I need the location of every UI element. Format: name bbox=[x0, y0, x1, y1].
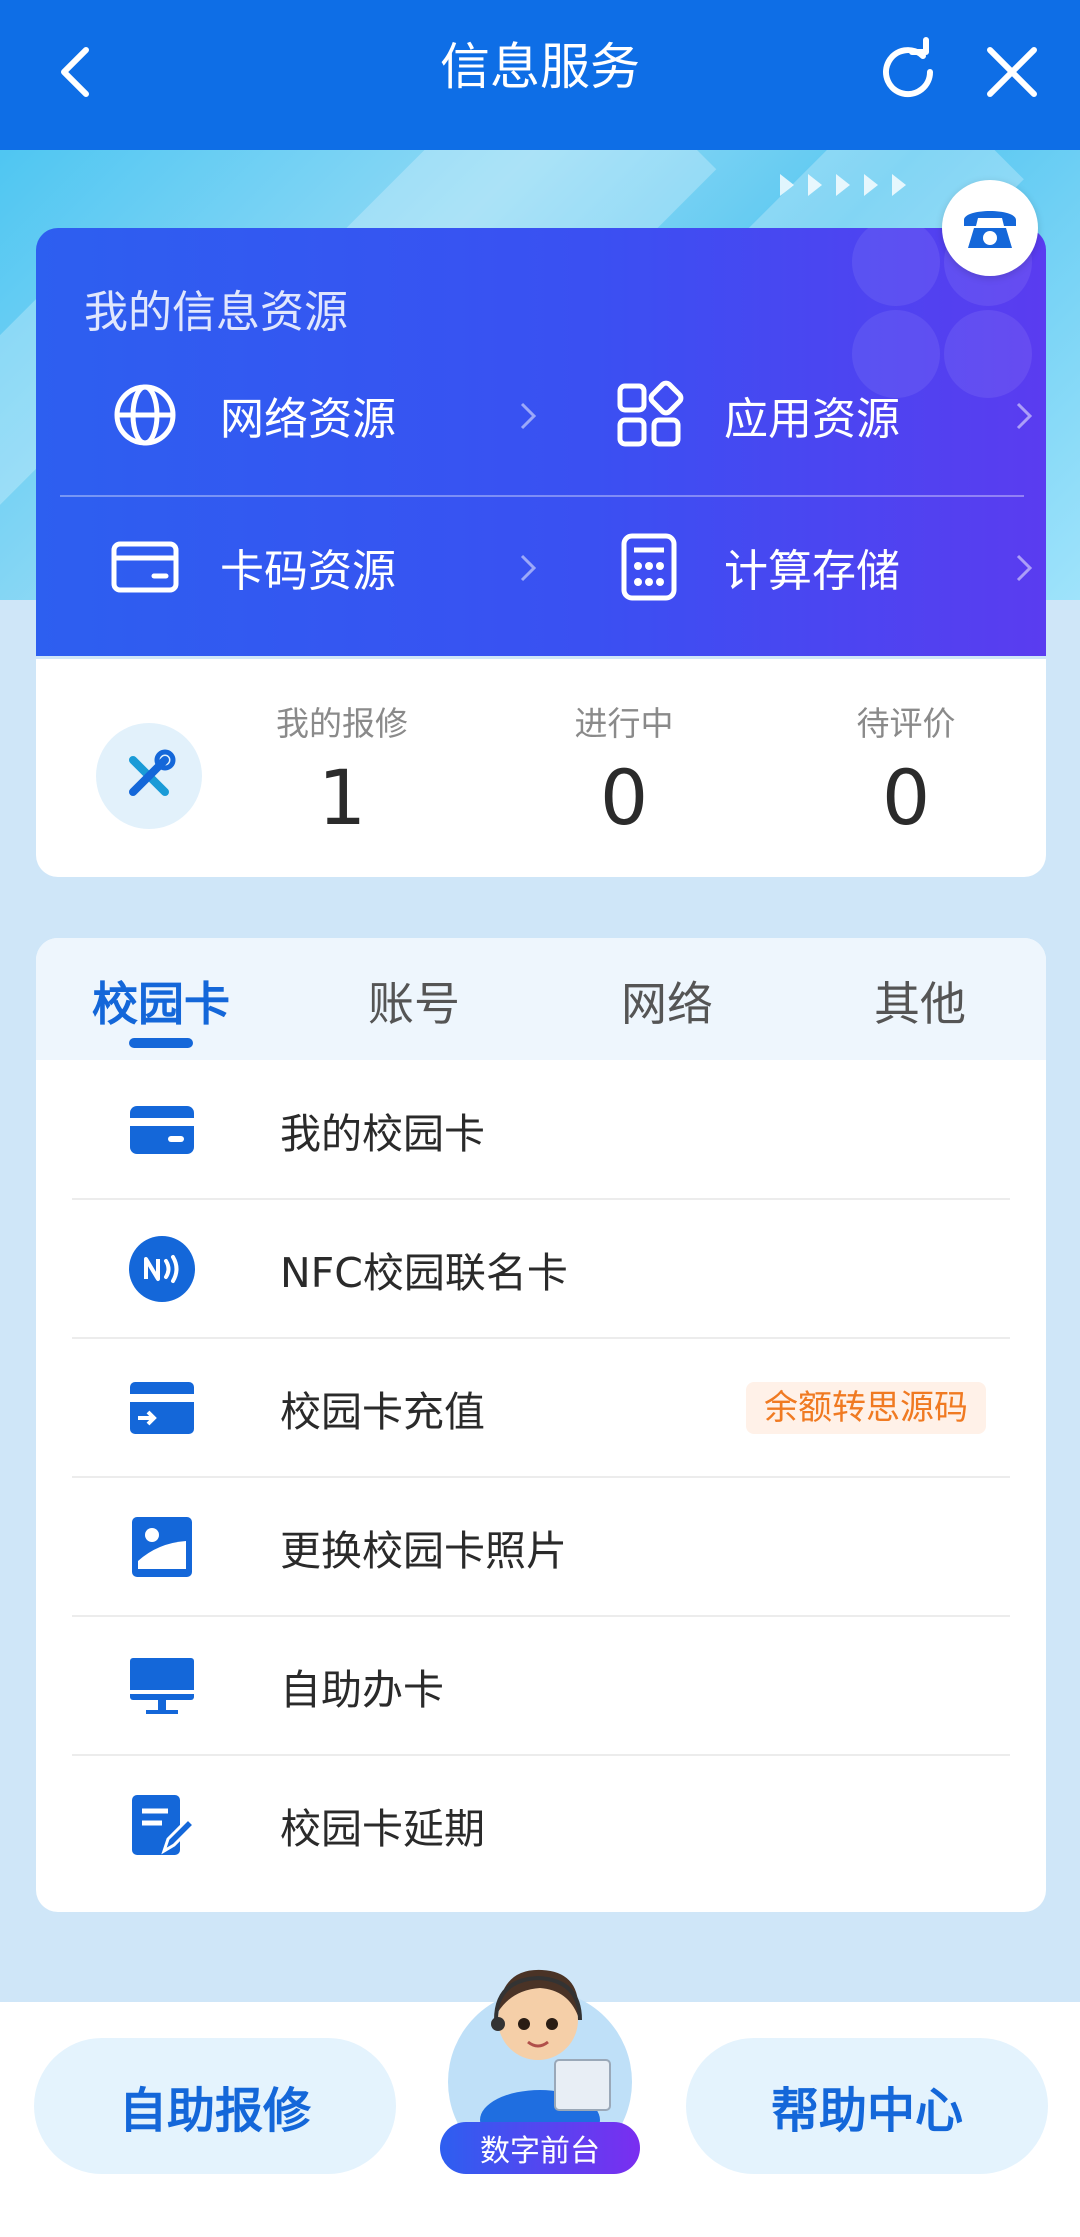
resource-compute-storage[interactable]: 计算存储 bbox=[614, 522, 1034, 612]
stat-in-progress[interactable]: 进行中 0 bbox=[514, 697, 734, 843]
stat-label: 待评价 bbox=[856, 704, 956, 743]
chevron-right-icon bbox=[520, 554, 537, 582]
resources-card: 我的信息资源 网络资源 应用资源 卡码资源 计算存储 bbox=[36, 228, 1046, 656]
tools-icon bbox=[129, 749, 176, 796]
list-item-card-recharge[interactable]: 校园卡充值 余额转思源码 bbox=[72, 1338, 1010, 1478]
globe-icon bbox=[114, 384, 176, 446]
tab-campus-card[interactable]: 校园卡 bbox=[81, 968, 241, 1034]
list-item-label: 自助办卡 bbox=[280, 1666, 444, 1714]
resource-card-codes-label: 卡码资源 bbox=[220, 546, 396, 597]
list-item-self-service[interactable]: 自助办卡 bbox=[72, 1616, 1010, 1756]
refresh-icon[interactable] bbox=[868, 32, 948, 112]
photo-icon bbox=[132, 1517, 192, 1577]
tab-other[interactable]: 其他 bbox=[840, 968, 1000, 1034]
apps-grid-icon bbox=[617, 380, 684, 447]
phone-icon bbox=[964, 211, 1016, 248]
chevron-right-icon bbox=[1016, 402, 1033, 430]
digital-front-desk-label[interactable]: 数字前台 bbox=[440, 2122, 640, 2174]
tab-indicator bbox=[129, 1038, 193, 1048]
list-item-label: 我的校园卡 bbox=[280, 1110, 485, 1158]
resource-card-codes[interactable]: 卡码资源 bbox=[110, 522, 550, 612]
close-icon[interactable] bbox=[972, 32, 1052, 112]
list-item-label: 校园卡充值 bbox=[280, 1388, 485, 1436]
nfc-icon bbox=[129, 1236, 195, 1302]
stat-value: 1 bbox=[317, 753, 367, 842]
list-item-change-photo[interactable]: 更换校园卡照片 bbox=[72, 1477, 1010, 1617]
service-panel: 校园卡 账号 网络 其他 我的校园卡 NFC校园联名卡 校园卡充值 余额转思源码… bbox=[36, 938, 1046, 1912]
list-item-my-campus-card[interactable]: 我的校园卡 bbox=[72, 1060, 1010, 1200]
self-repair-button[interactable]: 自助报修 bbox=[34, 2038, 396, 2174]
list-item-label: NFC校园联名卡 bbox=[280, 1249, 568, 1297]
stat-pending-review[interactable]: 待评价 0 bbox=[796, 697, 1016, 843]
phone-button[interactable] bbox=[942, 180, 1038, 276]
stat-my-repairs[interactable]: 我的报修 1 bbox=[232, 697, 452, 843]
header-bar: 信息服务 bbox=[0, 0, 1080, 150]
list-item-card-extension[interactable]: 校园卡延期 bbox=[72, 1755, 1010, 1893]
arrows-decoration bbox=[780, 174, 906, 196]
resource-network[interactable]: 网络资源 bbox=[110, 370, 550, 460]
resource-apps-label: 应用资源 bbox=[724, 394, 900, 445]
chevron-right-icon bbox=[1016, 554, 1033, 582]
stat-label: 进行中 bbox=[574, 704, 674, 743]
repair-tools-badge[interactable] bbox=[96, 723, 202, 829]
edit-document-icon bbox=[132, 1795, 196, 1855]
resources-divider bbox=[60, 495, 1024, 497]
campus-card-icon bbox=[130, 1106, 194, 1154]
assistant-avatar-icon bbox=[480, 1969, 611, 2140]
chevron-right-icon bbox=[520, 402, 537, 430]
card-icon bbox=[111, 541, 179, 593]
stat-value: 0 bbox=[599, 753, 649, 842]
balance-transfer-badge[interactable]: 余额转思源码 bbox=[746, 1382, 986, 1434]
resource-network-label: 网络资源 bbox=[220, 394, 396, 445]
tab-account[interactable]: 账号 bbox=[334, 968, 494, 1034]
stat-value: 0 bbox=[881, 753, 931, 842]
list-item-label: 校园卡延期 bbox=[280, 1805, 485, 1853]
resources-heading: 我的信息资源 bbox=[84, 287, 348, 338]
list-item-label: 更换校园卡照片 bbox=[280, 1527, 567, 1575]
tab-bar: 校园卡 账号 网络 其他 bbox=[36, 938, 1046, 1060]
card-recharge-icon bbox=[130, 1382, 194, 1434]
list-item-nfc-card[interactable]: NFC校园联名卡 bbox=[72, 1199, 1010, 1339]
stat-label: 我的报修 bbox=[276, 704, 408, 743]
tab-network[interactable]: 网络 bbox=[587, 968, 747, 1034]
resource-apps[interactable]: 应用资源 bbox=[614, 370, 1034, 460]
help-center-button[interactable]: 帮助中心 bbox=[686, 2038, 1048, 2174]
calculator-icon bbox=[621, 533, 677, 601]
monitor-icon bbox=[130, 1658, 194, 1714]
resource-compute-storage-label: 计算存储 bbox=[724, 546, 900, 597]
repair-stats-card: 我的报修 1 进行中 0 待评价 0 bbox=[36, 659, 1046, 877]
